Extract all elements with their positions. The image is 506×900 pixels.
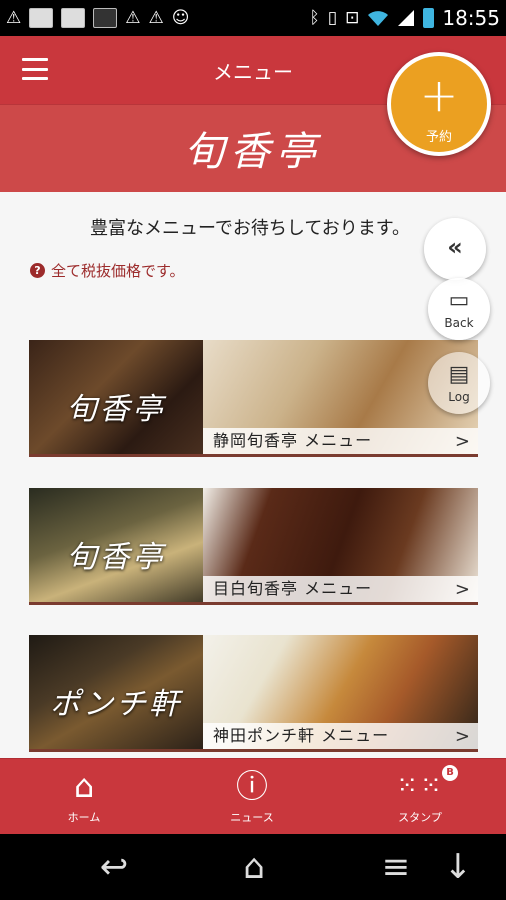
stamp-badge: B xyxy=(442,765,458,781)
back-label: Back xyxy=(444,316,474,330)
home-icon: ⌂ xyxy=(73,767,95,805)
warning-icon: ⚠ xyxy=(6,7,22,28)
warning-icon: ⚠ xyxy=(125,7,141,28)
plus-icon: + xyxy=(419,68,459,122)
chevron-right-icon: > xyxy=(454,726,470,747)
banner-label: 静岡旬香亭 メニュー xyxy=(213,431,373,450)
menu-lines-icon[interactable]: ≡ xyxy=(368,834,424,900)
home-outline-icon[interactable]: ⌂ xyxy=(222,834,286,900)
tower-icon xyxy=(93,8,118,28)
tab-stamp[interactable]: ⁙⁙ スタンプ xyxy=(336,759,504,835)
info-icon: ⓘ xyxy=(235,767,268,805)
bottom-tab-bar: ⌂ ホーム ⓘ ニュース ⁙⁙ スタンプ B xyxy=(0,758,506,834)
tab-news[interactable]: ⓘ ニュース xyxy=(168,759,336,835)
bluetooth-icon: ᛒ xyxy=(309,7,320,28)
app-root: ⚠ ⚠ ⚠ ☺ ᛒ ▯ ⊡ 18:55 メニュー 旬香亭 + 予約 豊富なメニュ… xyxy=(0,0,506,900)
question-icon: ? xyxy=(30,263,45,278)
log-button[interactable]: ▤ Log xyxy=(428,352,490,414)
headline: 豊富なメニューでお待ちしております。 xyxy=(89,218,411,239)
reserve-button[interactable]: + 予約 xyxy=(387,52,491,156)
banner-label: 目白旬香亭 メニュー xyxy=(213,579,373,598)
download-arrow-icon[interactable]: ↓ xyxy=(440,834,476,900)
flag-icon xyxy=(29,8,54,28)
tab-news-label: ニュース xyxy=(230,811,274,824)
warning-icon: ⚠ xyxy=(148,7,164,28)
chevron-right-icon: > xyxy=(454,579,470,600)
menu-banner-kanda[interactable]: ポンチ軒 神田ポンチ軒 メニュー > xyxy=(29,635,478,752)
stamp-grid-icon: ⁙⁙ xyxy=(396,771,444,801)
tax-note: ? 全て税抜価格です。 xyxy=(30,260,185,281)
battery-icon xyxy=(423,8,435,28)
reserve-label: 予約 xyxy=(425,130,452,145)
map-icon xyxy=(61,8,86,28)
status-time: 18:55 xyxy=(442,6,500,30)
nfc-icon: ⊡ xyxy=(345,7,360,28)
android-icon: ☺ xyxy=(171,7,190,28)
tab-home[interactable]: ⌂ ホーム xyxy=(0,759,168,835)
system-nav-bar: ↩ ⌂ ≡ ↓ xyxy=(0,834,506,900)
menu-banner-shizuoka[interactable]: 旬香亭 静岡旬香亭 メニュー > xyxy=(29,340,478,457)
inbox-icon: ▭ xyxy=(448,288,470,313)
log-label: Log xyxy=(448,390,470,404)
double-chevron-left-icon: « xyxy=(447,233,463,261)
banner-logo: 旬香亭 xyxy=(66,540,166,575)
wifi-icon xyxy=(368,11,389,26)
back-arrow-icon[interactable]: ↩ xyxy=(84,834,144,900)
vibrate-icon: ▯ xyxy=(327,7,338,28)
status-bar: ⚠ ⚠ ⚠ ☺ ᛒ ▯ ⊡ 18:55 xyxy=(0,0,506,36)
document-icon: ▤ xyxy=(448,362,470,387)
tax-note-text: 全て税抜価格です。 xyxy=(51,262,185,280)
menu-content[interactable]: 豊富なメニューでお待ちしております。 ? 全て税抜価格です。 旬香亭 静岡旬香亭… xyxy=(0,192,506,758)
status-right-icons: ᛒ ▯ ⊡ 18:55 xyxy=(310,6,500,30)
tab-home-label: ホーム xyxy=(67,811,101,824)
tab-stamp-label: スタンプ xyxy=(398,811,442,824)
banner-logo: 旬香亭 xyxy=(66,392,166,427)
chevron-right-icon: > xyxy=(454,431,470,452)
banner-logo: ポンチ軒 xyxy=(50,687,182,722)
back-button[interactable]: ▭ Back xyxy=(428,278,490,340)
signal-icon xyxy=(398,10,415,26)
banner-label: 神田ポンチ軒 メニュー xyxy=(213,726,390,745)
collapse-button[interactable]: « xyxy=(424,218,486,280)
status-left-icons: ⚠ ⚠ ⚠ ☺ xyxy=(6,8,189,28)
menu-banner-mejiro[interactable]: 旬香亭 目白旬香亭 メニュー > xyxy=(29,488,478,605)
